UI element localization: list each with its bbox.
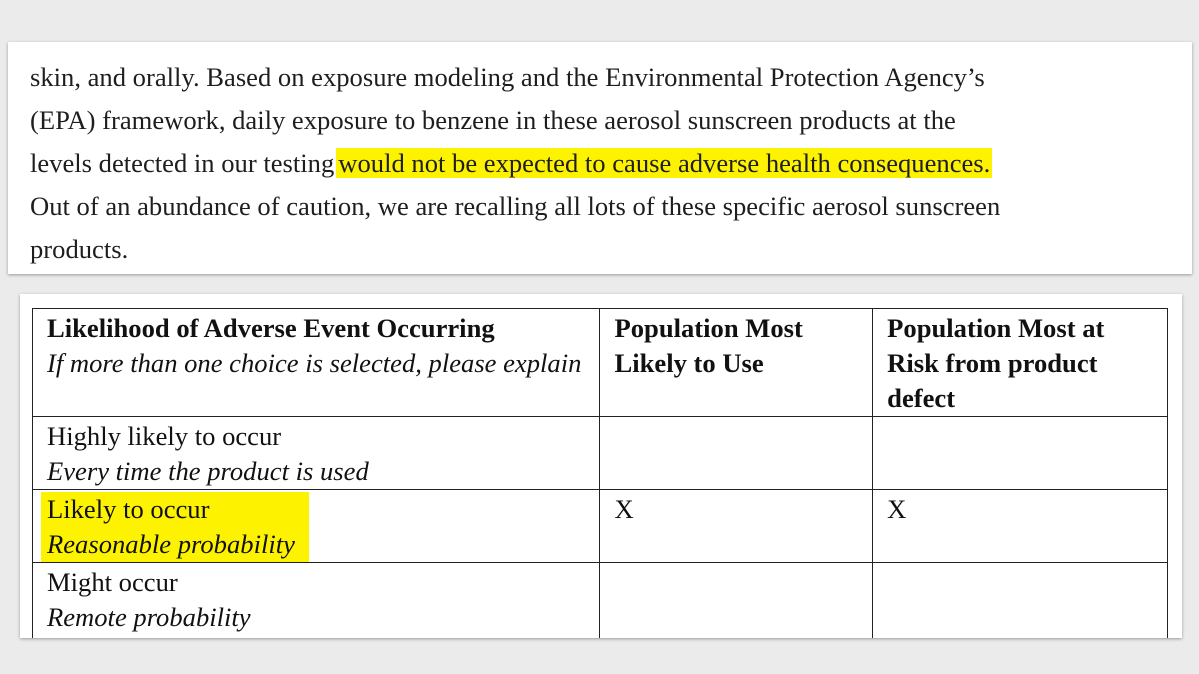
likelihood-sublabel: Every time the product is used <box>47 456 369 486</box>
header-likelihood: Likelihood of Adverse Event Occurring If… <box>31 308 601 417</box>
table-row: Highly likely to occur Every time the pr… <box>31 416 1168 490</box>
health-hazard-table-card: Likelihood of Adverse Event Occurring If… <box>20 294 1182 638</box>
likelihood-label: Likely to occur <box>47 494 210 524</box>
paragraph-line: skin, and orally. Based on exposure mode… <box>30 62 985 92</box>
likelihood-cell: Highly likely to occur Every time the pr… <box>31 416 601 490</box>
recall-statement-paragraph: skin, and orally. Based on exposure mode… <box>30 56 1190 271</box>
table-row: Might occur Remote probability <box>31 562 1168 638</box>
header-likelihood-title: Likelihood of Adverse Event Occurring <box>47 313 495 343</box>
population-use-cell: X <box>599 489 874 563</box>
table-header-row: Likelihood of Adverse Event Occurring If… <box>31 308 1168 417</box>
likelihood-sublabel: Reasonable probability <box>47 529 295 559</box>
paragraph-line: Out of an abundance of caution, we are r… <box>30 191 1001 221</box>
likelihood-label: Might occur <box>47 567 178 597</box>
table-row: Likely to occur Reasonable probability X… <box>31 489 1168 563</box>
paragraph-text: levels detected in our testing <box>30 148 335 178</box>
paragraph-line: levels detected in our testing would not … <box>30 142 1190 185</box>
likelihood-label: Highly likely to occur <box>47 421 282 451</box>
likelihood-cell: Likely to occur Reasonable probability <box>31 489 601 563</box>
population-risk-cell <box>872 416 1168 490</box>
paragraph-line: products. <box>30 234 129 264</box>
paragraph-line: (EPA) framework, daily exposure to benze… <box>30 105 956 135</box>
population-use-cell <box>599 416 874 490</box>
header-population-at-risk: Population Most at Risk from product def… <box>872 308 1168 417</box>
likelihood-sublabel: Remote probability <box>47 602 251 632</box>
header-likelihood-note: If more than one choice is selected, ple… <box>47 348 582 378</box>
adverse-event-table: Likelihood of Adverse Event Occurring If… <box>31 308 1168 638</box>
population-risk-cell: X <box>872 489 1168 563</box>
population-risk-cell <box>872 562 1168 638</box>
likelihood-cell: Might occur Remote probability <box>31 562 601 638</box>
recall-statement-card: skin, and orally. Based on exposure mode… <box>8 42 1192 274</box>
header-population-likely-to-use: Population Most Likely to Use <box>599 308 874 417</box>
highlighted-likelihood: Likely to occur Reasonable probability <box>41 492 309 562</box>
population-use-cell <box>599 562 874 638</box>
highlighted-text: would not be expected to cause adverse h… <box>336 148 993 178</box>
